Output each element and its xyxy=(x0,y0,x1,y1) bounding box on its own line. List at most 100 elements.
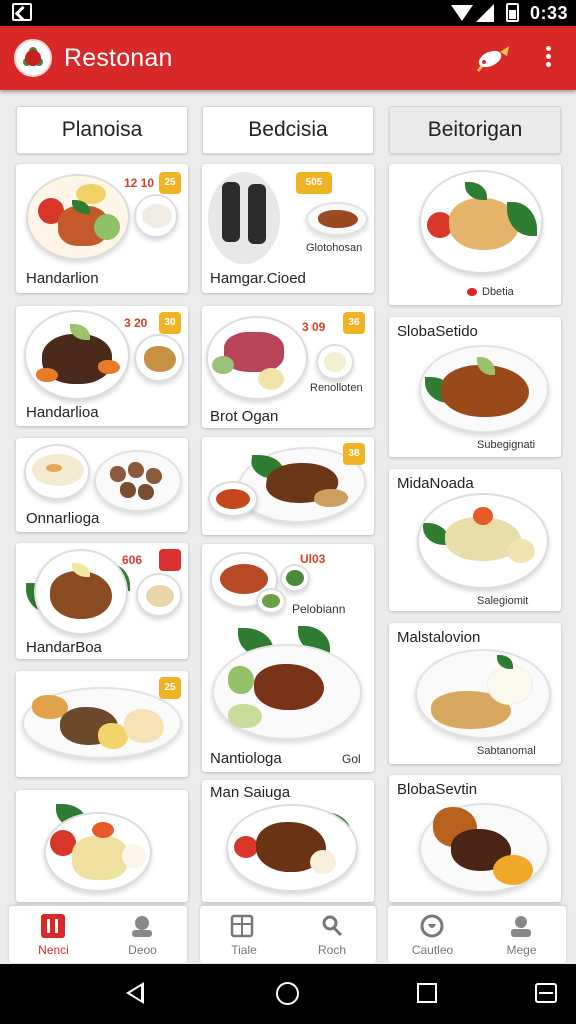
dish-name: MidaNoada xyxy=(397,475,474,492)
category-chip-3[interactable]: Beitorigan xyxy=(389,106,561,154)
nav-item-deoo[interactable]: Deoo xyxy=(98,906,187,963)
profile-icon xyxy=(511,916,531,937)
nav-label: Deoo xyxy=(128,943,157,957)
app-title: Restonan xyxy=(64,44,173,72)
dish-name: SlobaSetido xyxy=(397,323,478,340)
menu-card[interactable] xyxy=(16,790,188,902)
price-label: 3 09 xyxy=(302,320,326,334)
dish-caption: Pelobiann xyxy=(292,602,346,616)
menu-card[interactable]: 38 xyxy=(202,437,374,535)
price-label: 12 10 xyxy=(124,176,155,190)
price-badge: 25 xyxy=(159,677,181,699)
menu-grid-icon xyxy=(41,914,65,938)
food-image xyxy=(417,493,549,589)
system-nav-bar xyxy=(0,964,576,1024)
dish-caption: Subegignati xyxy=(477,439,536,451)
menu-card[interactable]: 505 Glotohosan Hamgar.Cioed xyxy=(202,164,374,293)
food-image xyxy=(24,444,90,500)
menu-card[interactable]: Dbetia xyxy=(389,164,561,305)
menu-card[interactable]: SlobaSetido Subegignati xyxy=(389,317,561,457)
price-badge xyxy=(159,549,181,571)
food-image xyxy=(206,316,308,400)
menu-card[interactable]: 25 xyxy=(16,671,188,777)
search-person-icon xyxy=(322,915,343,937)
nav-item-mege[interactable]: Mege xyxy=(477,906,566,963)
side-dish-image xyxy=(280,564,310,592)
heart-shield-icon xyxy=(420,914,444,938)
menu-card[interactable]: MidaNoada Salegiomit xyxy=(389,469,561,611)
dish-side-label: Gol xyxy=(342,752,361,766)
nav-item-tiale[interactable]: Tiale xyxy=(200,906,288,963)
food-image xyxy=(34,549,128,635)
food-image xyxy=(226,804,358,892)
fish-icon[interactable] xyxy=(474,44,510,72)
menu-card[interactable]: BlobaSevtin xyxy=(389,775,561,902)
status-time: 0:33 xyxy=(530,3,569,23)
side-dish-image xyxy=(256,588,286,614)
food-image xyxy=(419,345,549,433)
recent-apps-icon[interactable] xyxy=(417,983,437,1003)
food-image xyxy=(44,812,152,892)
menu-card[interactable]: 3 09 36 Renolloten Brot Ogan xyxy=(202,306,374,428)
dish-name: Handarlioa xyxy=(26,404,99,421)
menu-card[interactable]: Onnarlioga xyxy=(16,438,188,532)
keyboard-switch-icon[interactable] xyxy=(535,983,557,1003)
menu-card[interactable]: 606 HandarBoa xyxy=(16,543,188,659)
nav-label: Tiale xyxy=(231,943,257,957)
dish-name: Onnarlioga xyxy=(26,510,100,527)
dish-name: Hamgar.Cioed xyxy=(210,270,306,287)
bottom-nav-group-2: Tiale Roch xyxy=(200,906,376,963)
side-dish-image xyxy=(134,194,178,238)
home-icon[interactable] xyxy=(276,982,299,1005)
wifi-icon xyxy=(451,5,473,21)
table-icon xyxy=(230,914,254,938)
side-dish-image xyxy=(134,334,184,382)
dish-caption: Salegiomit xyxy=(477,595,529,607)
notification-icon xyxy=(12,3,32,21)
dish-name: Malstalovion xyxy=(397,629,481,646)
food-image xyxy=(22,687,182,759)
back-icon[interactable] xyxy=(126,982,144,1004)
side-dish-image xyxy=(316,344,354,380)
app-bar: Restonan xyxy=(0,26,576,90)
app-screen: 0:33 Restonan Planoisa Bedcisia Beitorig… xyxy=(0,0,576,1024)
dish-name: Handarlion xyxy=(26,270,99,287)
category-chip-1[interactable]: Planoisa xyxy=(16,106,188,154)
dish-name: Brot Ogan xyxy=(210,408,279,425)
bottom-nav-group-1: Nenci Deoo xyxy=(9,906,187,963)
menu-card[interactable]: 3 20 30 Handarlioa xyxy=(16,306,188,426)
person-icon xyxy=(132,916,152,937)
menu-card[interactable]: Man Saiuga xyxy=(202,780,374,902)
status-bar: 0:33 xyxy=(0,0,576,26)
nav-item-nenci[interactable]: Nenci xyxy=(9,906,98,963)
dish-caption: Sabtanomal xyxy=(477,745,536,757)
dish-name: Nantiologa xyxy=(210,750,282,767)
menu-card[interactable]: Ul03 Pelobiann Nantiologa Gol xyxy=(202,544,374,772)
food-image xyxy=(419,803,549,893)
nav-item-cautleo[interactable]: Cautleo xyxy=(388,906,477,963)
nav-item-roch[interactable]: Roch xyxy=(288,906,376,963)
dish-caption: Glotohosan xyxy=(306,242,363,254)
dish-caption: Dbetia xyxy=(467,286,514,298)
restaurant-logo-icon xyxy=(14,39,52,77)
nav-label: Nenci xyxy=(38,943,69,957)
dish-caption: Renolloten xyxy=(310,382,363,394)
dish-name: HandarBoa xyxy=(26,639,102,656)
side-dish-image xyxy=(208,481,258,517)
price-label: Ul03 xyxy=(300,552,326,566)
price-badge: 36 xyxy=(343,312,365,334)
chef-image xyxy=(208,172,280,264)
category-chip-2[interactable]: Bedcisia xyxy=(202,106,374,154)
food-image xyxy=(26,174,130,260)
food-image xyxy=(415,649,551,739)
side-dish-image xyxy=(306,202,368,236)
side-dish-image xyxy=(136,573,182,617)
price-badge: 30 xyxy=(159,312,181,334)
menu-card[interactable]: 12 10 25 Handarlion xyxy=(16,164,188,293)
price-label: 606 xyxy=(122,553,143,567)
nav-label: Cautleo xyxy=(411,943,454,957)
food-image xyxy=(24,310,130,400)
nav-label: Roch xyxy=(317,943,346,957)
overflow-menu-icon[interactable] xyxy=(540,46,556,70)
menu-card[interactable]: Malstalovion Sabtanomal xyxy=(389,623,561,764)
